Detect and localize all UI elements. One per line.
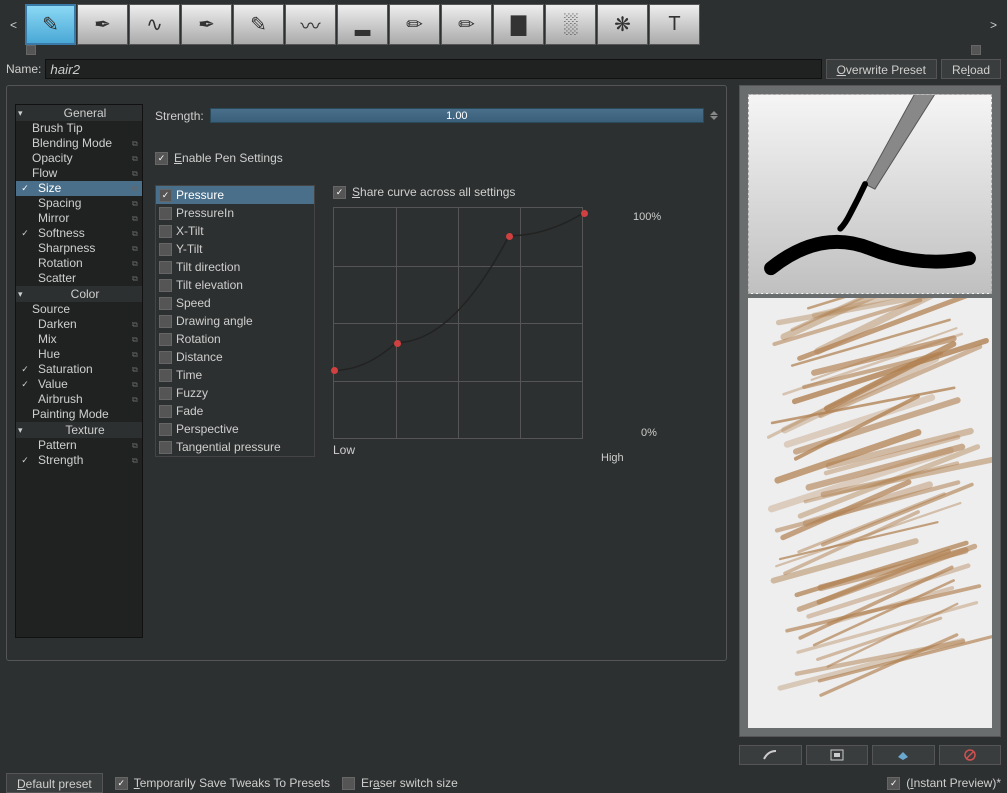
preview-panel <box>739 85 1001 737</box>
tree-item-value[interactable]: ✓Value⧉ <box>16 377 142 392</box>
brush-tip-preview <box>748 94 992 294</box>
tree-item-mix[interactable]: Mix⧉ <box>16 332 142 347</box>
tree-section-color[interactable]: ▾Color <box>16 286 142 302</box>
brush-preset-8[interactable]: ✏ <box>441 4 492 45</box>
tree-item-flow[interactable]: Flow⧉ <box>16 166 142 181</box>
reload-button[interactable]: Reload <box>941 59 1001 79</box>
enable-pen-checkbox[interactable]: ✓ <box>155 152 168 165</box>
brush-name-input[interactable] <box>45 59 821 79</box>
brush-preset-9[interactable]: ▇ <box>493 4 544 45</box>
name-label: Name: <box>6 62 41 76</box>
strength-slider[interactable]: 1.00 <box>210 108 704 123</box>
instant-preview-checkbox[interactable]: ✓ <box>887 777 900 790</box>
share-curve-label: Share curve across all settings <box>352 185 515 199</box>
tree-item-opacity[interactable]: Opacity⧉ <box>16 151 142 166</box>
curve-handle[interactable] <box>394 340 401 347</box>
eraser-switch-checkbox[interactable] <box>342 777 355 790</box>
eraser-switch-label: Eraser switch size <box>361 776 458 790</box>
curve-0-label: 0% <box>641 427 657 439</box>
sensor-pressurein[interactable]: PressureIn <box>156 204 314 222</box>
tree-item-softness[interactable]: ✓Softness⧉ <box>16 226 142 241</box>
brush-preset-1[interactable]: ✒ <box>77 4 128 45</box>
sensor-y-tilt[interactable]: Y-Tilt <box>156 240 314 258</box>
tree-section-texture[interactable]: ▾Texture <box>16 422 142 438</box>
sensor-rotation[interactable]: Rotation <box>156 330 314 348</box>
settings-tree[interactable]: ▾GeneralBrush TipBlending Mode⧉Opacity⧉F… <box>15 104 143 638</box>
tree-item-hue[interactable]: Hue⧉ <box>16 347 142 362</box>
curve-100-label: 100% <box>633 211 661 223</box>
strength-label: Strength: <box>155 109 204 123</box>
settings-panel: ▾GeneralBrush TipBlending Mode⧉Opacity⧉F… <box>6 85 727 661</box>
sensor-list[interactable]: ✓PressurePressureInX-TiltY-TiltTilt dire… <box>155 185 315 457</box>
strength-spinner[interactable] <box>710 111 718 120</box>
scroll-right-button[interactable] <box>971 45 981 55</box>
preview-fill-button[interactable] <box>872 745 935 765</box>
share-curve-checkbox[interactable]: ✓ <box>333 186 346 199</box>
tree-item-painting-mode[interactable]: Painting Mode <box>16 407 142 422</box>
preview-clear-button[interactable] <box>939 745 1002 765</box>
brush-preset-3[interactable]: ✒ <box>181 4 232 45</box>
sensor-drawing-angle[interactable]: Drawing angle <box>156 312 314 330</box>
curve-editor[interactable] <box>333 207 583 439</box>
tree-item-airbrush[interactable]: Airbrush⧉ <box>16 392 142 407</box>
brush-preset-6[interactable]: ▂ <box>337 4 388 45</box>
tree-item-pattern[interactable]: Pattern⧉ <box>16 438 142 453</box>
tree-item-size[interactable]: ✓Size⧉ <box>16 181 142 196</box>
brush-preset-12[interactable]: T <box>649 4 700 45</box>
tree-item-mirror[interactable]: Mirror⧉ <box>16 211 142 226</box>
enable-pen-label: Enable Pen Settings <box>174 151 283 165</box>
sensor-fade[interactable]: Fade <box>156 402 314 420</box>
brush-preset-7[interactable]: ✏ <box>389 4 440 45</box>
curve-handle[interactable] <box>581 210 588 217</box>
sensor-fuzzy[interactable]: Fuzzy <box>156 384 314 402</box>
sensor-perspective[interactable]: Perspective <box>156 420 314 438</box>
temp-save-checkbox[interactable]: ✓ <box>115 777 128 790</box>
sensor-x-tilt[interactable]: X-Tilt <box>156 222 314 240</box>
tree-item-saturation[interactable]: ✓Saturation⧉ <box>16 362 142 377</box>
brush-preset-11[interactable]: ❋ <box>597 4 648 45</box>
brush-preset-4[interactable]: ✎ <box>233 4 284 45</box>
tree-section-general[interactable]: ▾General <box>16 105 142 121</box>
curve-high-label: High <box>601 452 624 464</box>
tree-item-blending-mode[interactable]: Blending Mode⧉ <box>16 136 142 151</box>
tree-item-source[interactable]: Source <box>16 302 142 317</box>
overwrite-preset-button[interactable]: OOverwrite Presetverwrite Preset <box>826 59 937 79</box>
stroke-preview <box>748 298 992 728</box>
curve-low-label: Low <box>333 443 583 457</box>
brush-preset-strip: ✎✒∿✒✎〰▂✏✏▇░❋T <box>25 4 982 45</box>
temp-save-label: Temporarily Save Tweaks To Presets <box>134 776 330 790</box>
tree-item-darken[interactable]: Darken⧉ <box>16 317 142 332</box>
scroll-left-button[interactable] <box>26 45 36 55</box>
prev-presets-button[interactable]: < <box>6 10 21 40</box>
sensor-speed[interactable]: Speed <box>156 294 314 312</box>
brush-preset-2[interactable]: ∿ <box>129 4 180 45</box>
tree-item-brush-tip[interactable]: Brush Tip <box>16 121 142 136</box>
sensor-tilt-elevation[interactable]: Tilt elevation <box>156 276 314 294</box>
next-presets-button[interactable]: > <box>986 10 1001 40</box>
brush-preset-10[interactable]: ░ <box>545 4 596 45</box>
brush-preset-0[interactable]: ✎ <box>25 4 76 45</box>
curve-handle[interactable] <box>506 233 513 240</box>
preview-brush-button[interactable] <box>739 745 802 765</box>
tree-item-sharpness[interactable]: Sharpness⧉ <box>16 241 142 256</box>
sensor-tangential-pressure[interactable]: Tangential pressure <box>156 438 314 456</box>
brush-preset-5[interactable]: 〰 <box>285 4 336 45</box>
instant-preview-label: (Instant Preview)* <box>906 776 1001 790</box>
tree-item-spacing[interactable]: Spacing⧉ <box>16 196 142 211</box>
sensor-tilt-direction[interactable]: Tilt direction <box>156 258 314 276</box>
sensor-distance[interactable]: Distance <box>156 348 314 366</box>
sensor-time[interactable]: Time <box>156 366 314 384</box>
tree-item-rotation[interactable]: Rotation⧉ <box>16 256 142 271</box>
tree-item-strength[interactable]: ✓Strength⧉ <box>16 453 142 468</box>
sensor-pressure[interactable]: ✓Pressure <box>156 186 314 204</box>
preview-square-button[interactable] <box>806 745 869 765</box>
tree-item-scatter[interactable]: Scatter⧉ <box>16 271 142 286</box>
default-preset-button[interactable]: Default preset <box>6 773 103 793</box>
